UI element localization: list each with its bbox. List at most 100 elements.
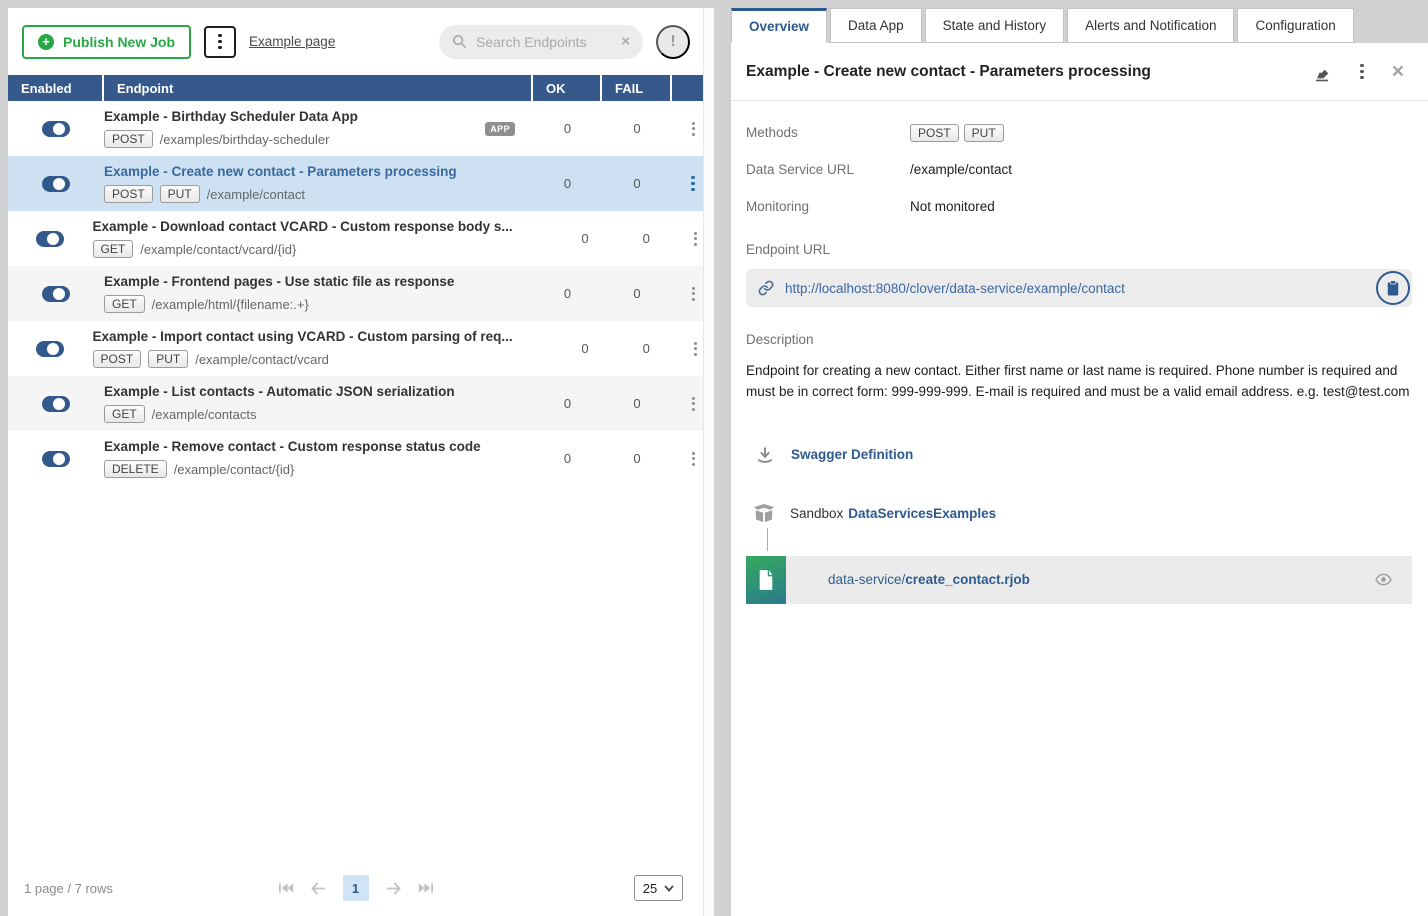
- enabled-toggle[interactable]: [36, 231, 64, 247]
- table-row[interactable]: Example - Create new contact - Parameter…: [8, 156, 714, 211]
- fail-count: 0: [602, 396, 672, 411]
- toggle-knob: [53, 288, 65, 300]
- page-size-value: 25: [643, 881, 657, 896]
- ok-count: 0: [555, 341, 616, 356]
- tab-data-app[interactable]: Data App: [830, 8, 922, 43]
- sandbox-box-icon: [753, 504, 775, 523]
- table-footer: 1 page / 7 rows 1 25: [8, 868, 703, 916]
- method-badge: PUT: [160, 185, 200, 203]
- header-ok: OK: [533, 75, 602, 101]
- job-file-card[interactable]: data-service/create_contact.rjob: [746, 556, 1412, 604]
- endpoints-list: Example - Birthday Scheduler Data AppPOS…: [8, 101, 714, 486]
- toggle-knob: [53, 123, 65, 135]
- enabled-cell: [8, 451, 104, 467]
- page-size-select[interactable]: 25: [634, 875, 683, 901]
- row-menu-button[interactable]: [688, 226, 703, 252]
- fail-count: 0: [602, 121, 672, 136]
- ok-count: 0: [555, 231, 616, 246]
- job-file-label[interactable]: data-service/create_contact.rjob: [828, 572, 1030, 587]
- toolbar-menu-button[interactable]: [204, 26, 236, 58]
- detail-body: Methods POSTPUT Data Service URL /exampl…: [731, 101, 1428, 604]
- method-badge: POST: [910, 124, 959, 142]
- enabled-toggle[interactable]: [42, 121, 70, 137]
- enabled-cell: [8, 396, 104, 412]
- table-row[interactable]: Example - Frontend pages - Use static fi…: [8, 266, 714, 321]
- swagger-definition-link[interactable]: Swagger Definition: [791, 447, 913, 462]
- sandbox-row: Sandbox DataServicesExamples: [746, 504, 1412, 523]
- endpoint-cell: Example - Remove contact - Custom respon…: [104, 439, 533, 478]
- table-row[interactable]: Example - Remove contact - Custom respon…: [8, 431, 714, 486]
- last-page-button[interactable]: [418, 882, 433, 894]
- clear-statistics-button[interactable]: [1311, 62, 1332, 82]
- publish-new-job-button[interactable]: + Publish New Job: [22, 25, 191, 59]
- endpoint-meta: GET/example/html/{filename:.+}: [104, 295, 491, 313]
- fail-count: 0: [615, 341, 677, 356]
- job-file-dir: data-service/: [828, 572, 905, 587]
- enabled-toggle[interactable]: [36, 341, 64, 357]
- detail-title: Example - Create new contact - Parameter…: [746, 63, 1283, 81]
- table-row[interactable]: Example - Import contact using VCARD - C…: [8, 321, 714, 376]
- search-endpoints-input[interactable]: Search Endpoints ×: [439, 25, 643, 59]
- endpoint-title: Example - Frontend pages - Use static fi…: [104, 274, 491, 289]
- enabled-toggle[interactable]: [42, 396, 70, 412]
- endpoint-meta: POSTPUT/example/contact: [104, 185, 491, 203]
- header-enabled: Enabled: [8, 75, 104, 101]
- table-row[interactable]: Example - Birthday Scheduler Data AppPOS…: [8, 101, 714, 156]
- row-menu-button[interactable]: [686, 281, 701, 307]
- enabled-cell: [8, 121, 104, 137]
- method-badge: GET: [104, 405, 145, 423]
- method-badge: GET: [104, 295, 145, 313]
- search-clear-icon[interactable]: ×: [621, 34, 630, 49]
- data-service-url-label: Data Service URL: [746, 162, 910, 177]
- scrollbar[interactable]: [703, 8, 714, 916]
- tab-overview[interactable]: Overview: [731, 8, 827, 43]
- swagger-row: Swagger Definition: [746, 446, 1412, 464]
- detail-tabs: OverviewData AppState and HistoryAlerts …: [731, 8, 1357, 43]
- tab-configuration[interactable]: Configuration: [1237, 8, 1353, 43]
- table-row[interactable]: Example - Download contact VCARD - Custo…: [8, 211, 714, 266]
- clipboard-icon: [1386, 280, 1400, 296]
- next-page-button[interactable]: [386, 882, 401, 895]
- sandbox-link[interactable]: DataServicesExamples: [848, 506, 996, 521]
- ok-count: 0: [533, 121, 602, 136]
- example-page-link[interactable]: Example page: [249, 34, 335, 49]
- row-menu-button[interactable]: [686, 446, 701, 472]
- toggle-knob: [53, 453, 65, 465]
- enabled-toggle[interactable]: [42, 176, 70, 192]
- methods-label: Methods: [746, 125, 910, 140]
- ok-count: 0: [533, 451, 602, 466]
- enabled-cell: [8, 176, 104, 192]
- publish-new-job-label: Publish New Job: [63, 34, 175, 50]
- endpoint-cell: Example - Birthday Scheduler Data AppPOS…: [104, 109, 533, 148]
- close-detail-button[interactable]: ×: [1392, 61, 1404, 82]
- alerts-button[interactable]: !: [656, 25, 690, 59]
- endpoint-path: /example/contact/{id}: [174, 462, 295, 477]
- row-menu-button[interactable]: [686, 116, 701, 142]
- toggle-knob: [47, 343, 59, 355]
- row-menu-button[interactable]: [688, 336, 703, 362]
- table-header: Enabled Endpoint OK FAIL: [8, 75, 714, 101]
- view-job-button[interactable]: [1375, 573, 1392, 586]
- tab-state-and-history[interactable]: State and History: [925, 8, 1065, 43]
- method-badge: POST: [104, 130, 153, 148]
- endpoint-title: Example - Download contact VCARD - Custo…: [93, 219, 513, 234]
- enabled-toggle[interactable]: [42, 451, 70, 467]
- current-page[interactable]: 1: [343, 875, 369, 901]
- endpoint-cell: Example - Create new contact - Parameter…: [104, 164, 533, 203]
- endpoint-url-link[interactable]: http://localhost:8080/clover/data-servic…: [785, 281, 1125, 296]
- endpoint-title: Example - List contacts - Automatic JSON…: [104, 384, 491, 399]
- ok-count: 0: [533, 176, 602, 191]
- kebab-icon: [218, 34, 222, 38]
- fail-count: 0: [602, 176, 672, 191]
- row-menu-button[interactable]: [685, 170, 701, 198]
- tab-alerts-and-notification[interactable]: Alerts and Notification: [1067, 8, 1234, 43]
- enabled-toggle[interactable]: [42, 286, 70, 302]
- detail-menu-button[interactable]: [1360, 64, 1364, 80]
- copy-url-button[interactable]: [1376, 271, 1410, 305]
- previous-page-button[interactable]: [311, 882, 326, 895]
- first-page-button[interactable]: [279, 882, 294, 894]
- ok-count: 0: [533, 286, 602, 301]
- endpoint-path: /examples/birthday-scheduler: [160, 132, 330, 147]
- row-menu-button[interactable]: [686, 391, 701, 417]
- table-row[interactable]: Example - List contacts - Automatic JSON…: [8, 376, 714, 431]
